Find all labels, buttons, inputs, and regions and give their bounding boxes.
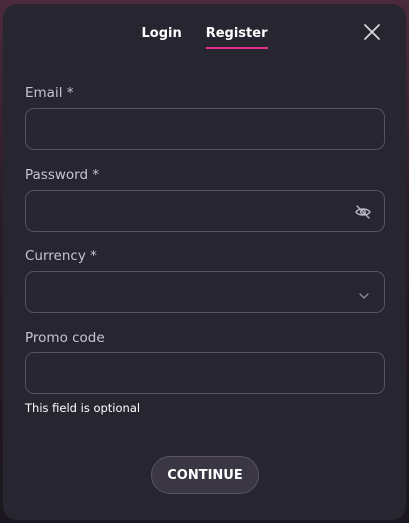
promo-code-hint: This field is optional	[25, 401, 141, 415]
auth-tabs: Login Register	[3, 26, 406, 49]
currency-label: Currency *	[25, 248, 97, 264]
promo-code-field[interactable]	[26, 353, 384, 393]
email-field[interactable]	[26, 109, 384, 149]
email-field-wrapper	[25, 108, 385, 150]
promo-code-field-wrapper	[25, 352, 385, 394]
email-label: Email *	[25, 85, 74, 101]
password-field[interactable]	[26, 191, 384, 231]
close-icon[interactable]	[362, 22, 382, 42]
chevron-down-icon	[358, 287, 370, 299]
password-field-wrapper	[25, 190, 385, 232]
continue-button[interactable]: CONTINUE	[151, 456, 259, 494]
currency-select[interactable]	[25, 271, 385, 313]
tab-login[interactable]: Login	[141, 26, 181, 49]
register-modal: Login Register Email * Password * Curren…	[3, 4, 406, 520]
promo-code-label: Promo code	[25, 330, 105, 346]
eye-off-icon[interactable]	[354, 203, 372, 221]
password-label: Password *	[25, 167, 100, 183]
tab-register[interactable]: Register	[205, 26, 268, 49]
currency-value	[26, 272, 384, 312]
